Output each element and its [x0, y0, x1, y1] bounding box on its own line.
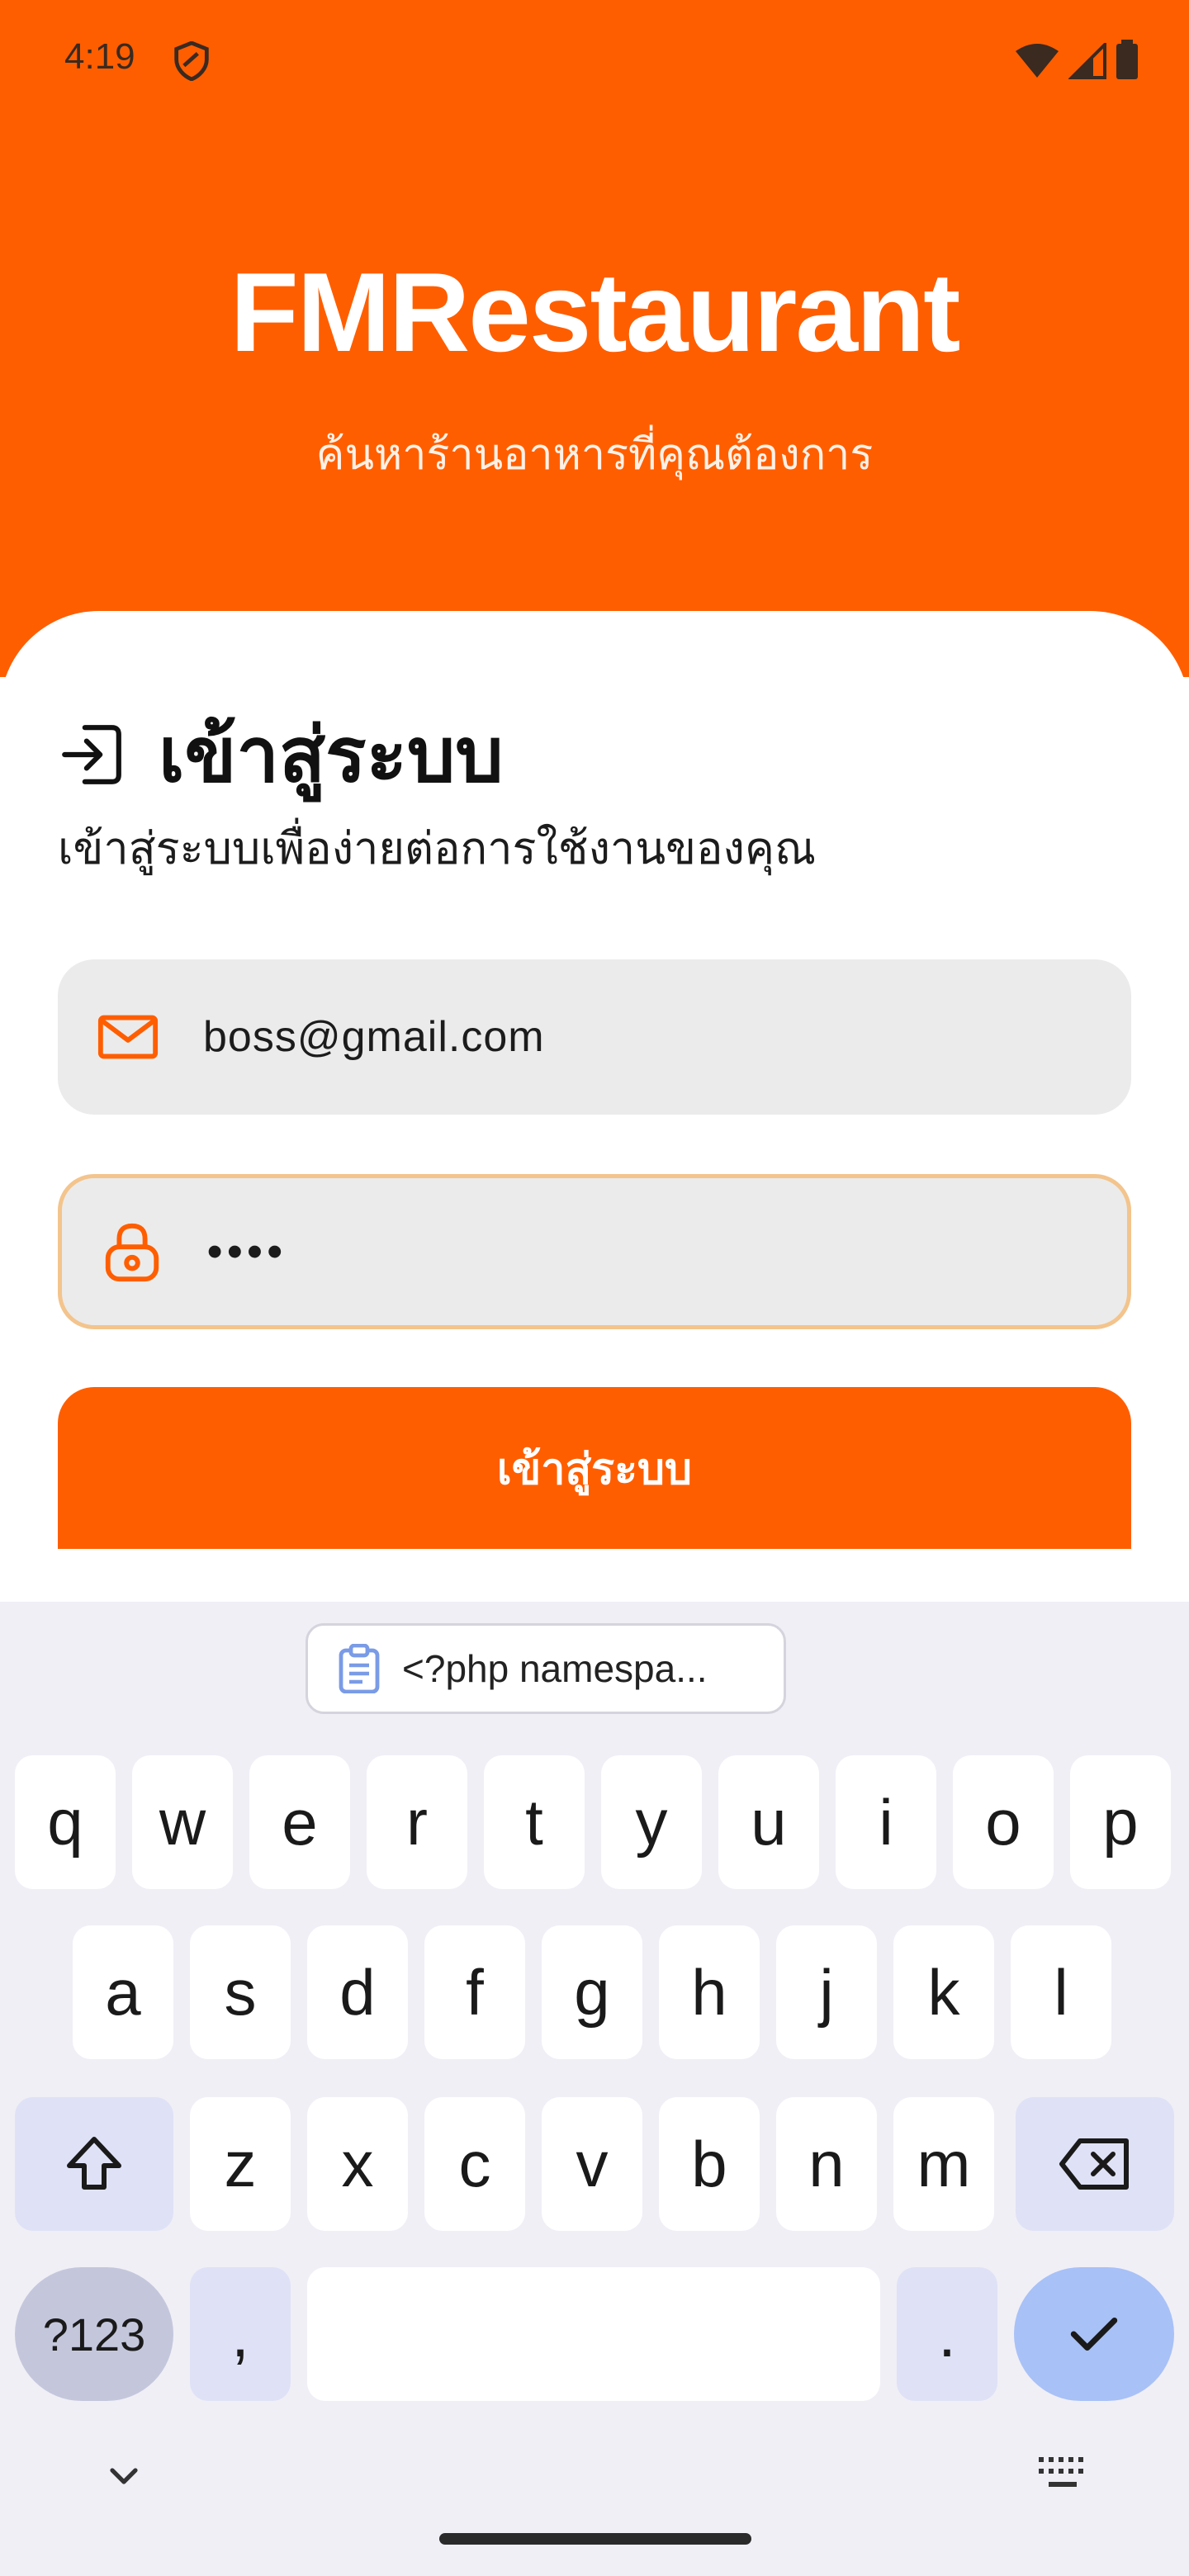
key-u[interactable]: u	[718, 1755, 819, 1889]
key-x[interactable]: x	[307, 2097, 408, 2231]
status-bar: 4:19	[0, 0, 1189, 124]
key-n[interactable]: n	[776, 2097, 877, 2231]
period-key[interactable]: .	[897, 2267, 997, 2401]
shield-icon	[174, 41, 209, 81]
key-a[interactable]: a	[73, 1925, 173, 2059]
key-w[interactable]: w	[132, 1755, 233, 1889]
backspace-icon	[1059, 2138, 1129, 2190]
key-q[interactable]: q	[15, 1755, 116, 1889]
keyboard-icon[interactable]	[1037, 2454, 1088, 2495]
key-i[interactable]: i	[836, 1755, 936, 1889]
key-y[interactable]: y	[601, 1755, 702, 1889]
login-title: เข้าสู่ระบบ	[159, 713, 504, 798]
key-z[interactable]: z	[190, 2097, 291, 2231]
app-header: 4:19 FMRestaurant ค้นหาร้านอาหารที่คุณต้…	[0, 0, 1189, 677]
lock-icon	[105, 1223, 159, 1282]
key-b[interactable]: b	[659, 2097, 760, 2231]
symbols-key[interactable]: ?123	[15, 2267, 173, 2401]
key-k[interactable]: k	[893, 1925, 994, 2059]
key-r[interactable]: r	[367, 1755, 467, 1889]
login-card: เข้าสู่ระบบ เข้าสู่ระบบเพื่อง่ายต่อการใช…	[0, 611, 1189, 1610]
login-description: เข้าสู่ระบบเพื่อง่ายต่อการใช้งานของคุณ	[58, 824, 817, 874]
key-s[interactable]: s	[190, 1925, 291, 2059]
clipboard-suggestion[interactable]: <?php namespa...	[306, 1623, 786, 1714]
comma-key[interactable]: ,	[190, 2267, 291, 2401]
login-button[interactable]: เข้าสู่ระบบ	[58, 1387, 1131, 1549]
status-time: 4:19	[64, 36, 135, 77]
key-d[interactable]: d	[307, 1925, 408, 2059]
key-v[interactable]: v	[542, 2097, 642, 2231]
key-j[interactable]: j	[776, 1925, 877, 2059]
key-h[interactable]: h	[659, 1925, 760, 2059]
wifi-icon	[1016, 44, 1059, 78]
soft-keyboard: <?php namespa... q w e r t y u i o p a s…	[0, 1602, 1189, 2576]
backspace-key[interactable]	[1016, 2097, 1174, 2231]
app-title: FMRestaurant	[230, 249, 961, 375]
enter-key[interactable]	[1014, 2267, 1174, 2401]
space-key[interactable]	[307, 2267, 880, 2401]
shift-key[interactable]	[15, 2097, 173, 2231]
clipboard-text: <?php namespa...	[402, 1647, 708, 1690]
key-o[interactable]: o	[953, 1755, 1054, 1889]
key-g[interactable]: g	[542, 1925, 642, 2059]
password-field[interactable]: ••••	[58, 1174, 1131, 1329]
app-subtitle: ค้นหาร้านอาหารที่คุณต้องการ	[315, 431, 874, 479]
key-e[interactable]: e	[249, 1755, 350, 1889]
login-heading: เข้าสู่ระบบ	[58, 694, 504, 815]
key-m[interactable]: m	[893, 2097, 994, 2231]
email-field[interactable]: boss@gmail.com	[58, 959, 1131, 1115]
battery-icon	[1116, 40, 1138, 79]
chevron-down-icon[interactable]	[99, 2452, 149, 2502]
password-value: ••••	[207, 1228, 287, 1276]
home-indicator[interactable]	[439, 2533, 751, 2545]
status-icons	[1014, 40, 1139, 79]
navigation-bar	[0, 2427, 1189, 2576]
key-f[interactable]: f	[424, 1925, 525, 2059]
signal-icon	[1068, 43, 1106, 79]
mail-icon	[97, 1015, 159, 1059]
checkmark-icon	[1070, 2318, 1118, 2351]
login-icon	[62, 724, 121, 784]
clipboard-icon	[339, 1644, 380, 1693]
email-value: boss@gmail.com	[203, 1013, 545, 1061]
key-p[interactable]: p	[1070, 1755, 1171, 1889]
key-c[interactable]: c	[424, 2097, 525, 2231]
key-l[interactable]: l	[1011, 1925, 1111, 2059]
key-t[interactable]: t	[484, 1755, 585, 1889]
shift-icon	[67, 2137, 121, 2190]
